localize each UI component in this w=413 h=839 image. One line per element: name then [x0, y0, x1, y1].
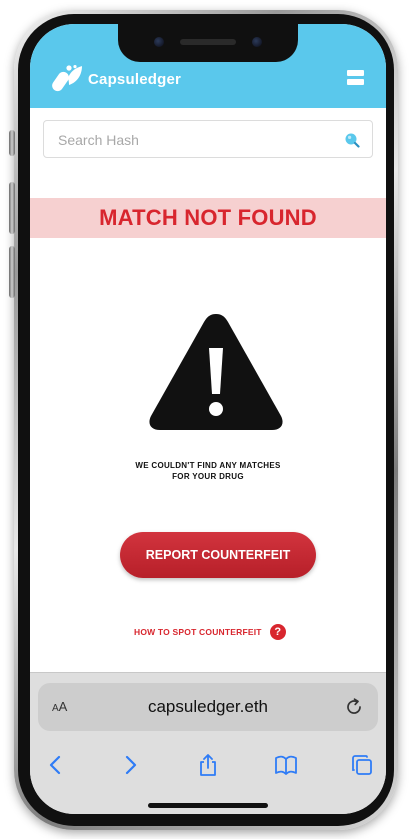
menu-bar-bottom	[347, 79, 364, 85]
home-indicator[interactable]	[148, 803, 268, 808]
warning-icon	[149, 314, 283, 430]
phone-screen: Capsuledger MATCH NOT FOUND WE COULDN'T …	[30, 24, 386, 814]
tabs-icon[interactable]	[350, 753, 374, 777]
hamburger-menu-icon[interactable]	[347, 70, 364, 86]
result-banner: MATCH NOT FOUND	[30, 198, 386, 238]
result-title: MATCH NOT FOUND	[99, 205, 317, 230]
address-bar[interactable]: AA capsuledger.eth	[38, 683, 378, 731]
menu-bar-top	[347, 70, 364, 76]
search-input[interactable]	[56, 129, 340, 151]
no-match-message-line2: FOR YOUR DRUG	[172, 472, 244, 481]
help-icon[interactable]: ?	[269, 624, 286, 640]
brand-logo[interactable]: Capsuledger	[52, 64, 181, 94]
how-to-spot-link[interactable]: HOW TO SPOT COUNTERFEIT ?	[134, 624, 286, 640]
browser-toolbar	[30, 745, 386, 785]
browser-bar: AA capsuledger.eth	[30, 672, 386, 814]
mute-switch	[9, 130, 15, 156]
capsule-leaf-logo-icon	[52, 65, 82, 92]
speaker-grille	[180, 39, 236, 45]
volume-down-button	[9, 246, 15, 298]
notch	[118, 24, 298, 62]
url-text[interactable]: capsuledger.eth	[38, 697, 378, 717]
search-box	[43, 120, 373, 158]
report-counterfeit-button[interactable]: REPORT COUNTERFEIT	[120, 532, 316, 578]
no-match-message-line1: WE COULDN'T FIND ANY MATCHES	[135, 461, 281, 470]
camera-icon	[154, 37, 164, 47]
bookmarks-icon[interactable]	[274, 753, 298, 777]
share-icon[interactable]	[196, 753, 220, 777]
search-icon[interactable]	[344, 132, 360, 148]
how-to-spot-label: HOW TO SPOT COUNTERFEIT	[134, 627, 262, 637]
forward-icon[interactable]	[118, 753, 142, 777]
brand-name: Capsuledger	[88, 70, 182, 88]
volume-up-button	[9, 182, 15, 234]
back-icon[interactable]	[44, 753, 68, 777]
sensor-icon	[252, 37, 262, 47]
reload-icon[interactable]	[344, 697, 364, 717]
